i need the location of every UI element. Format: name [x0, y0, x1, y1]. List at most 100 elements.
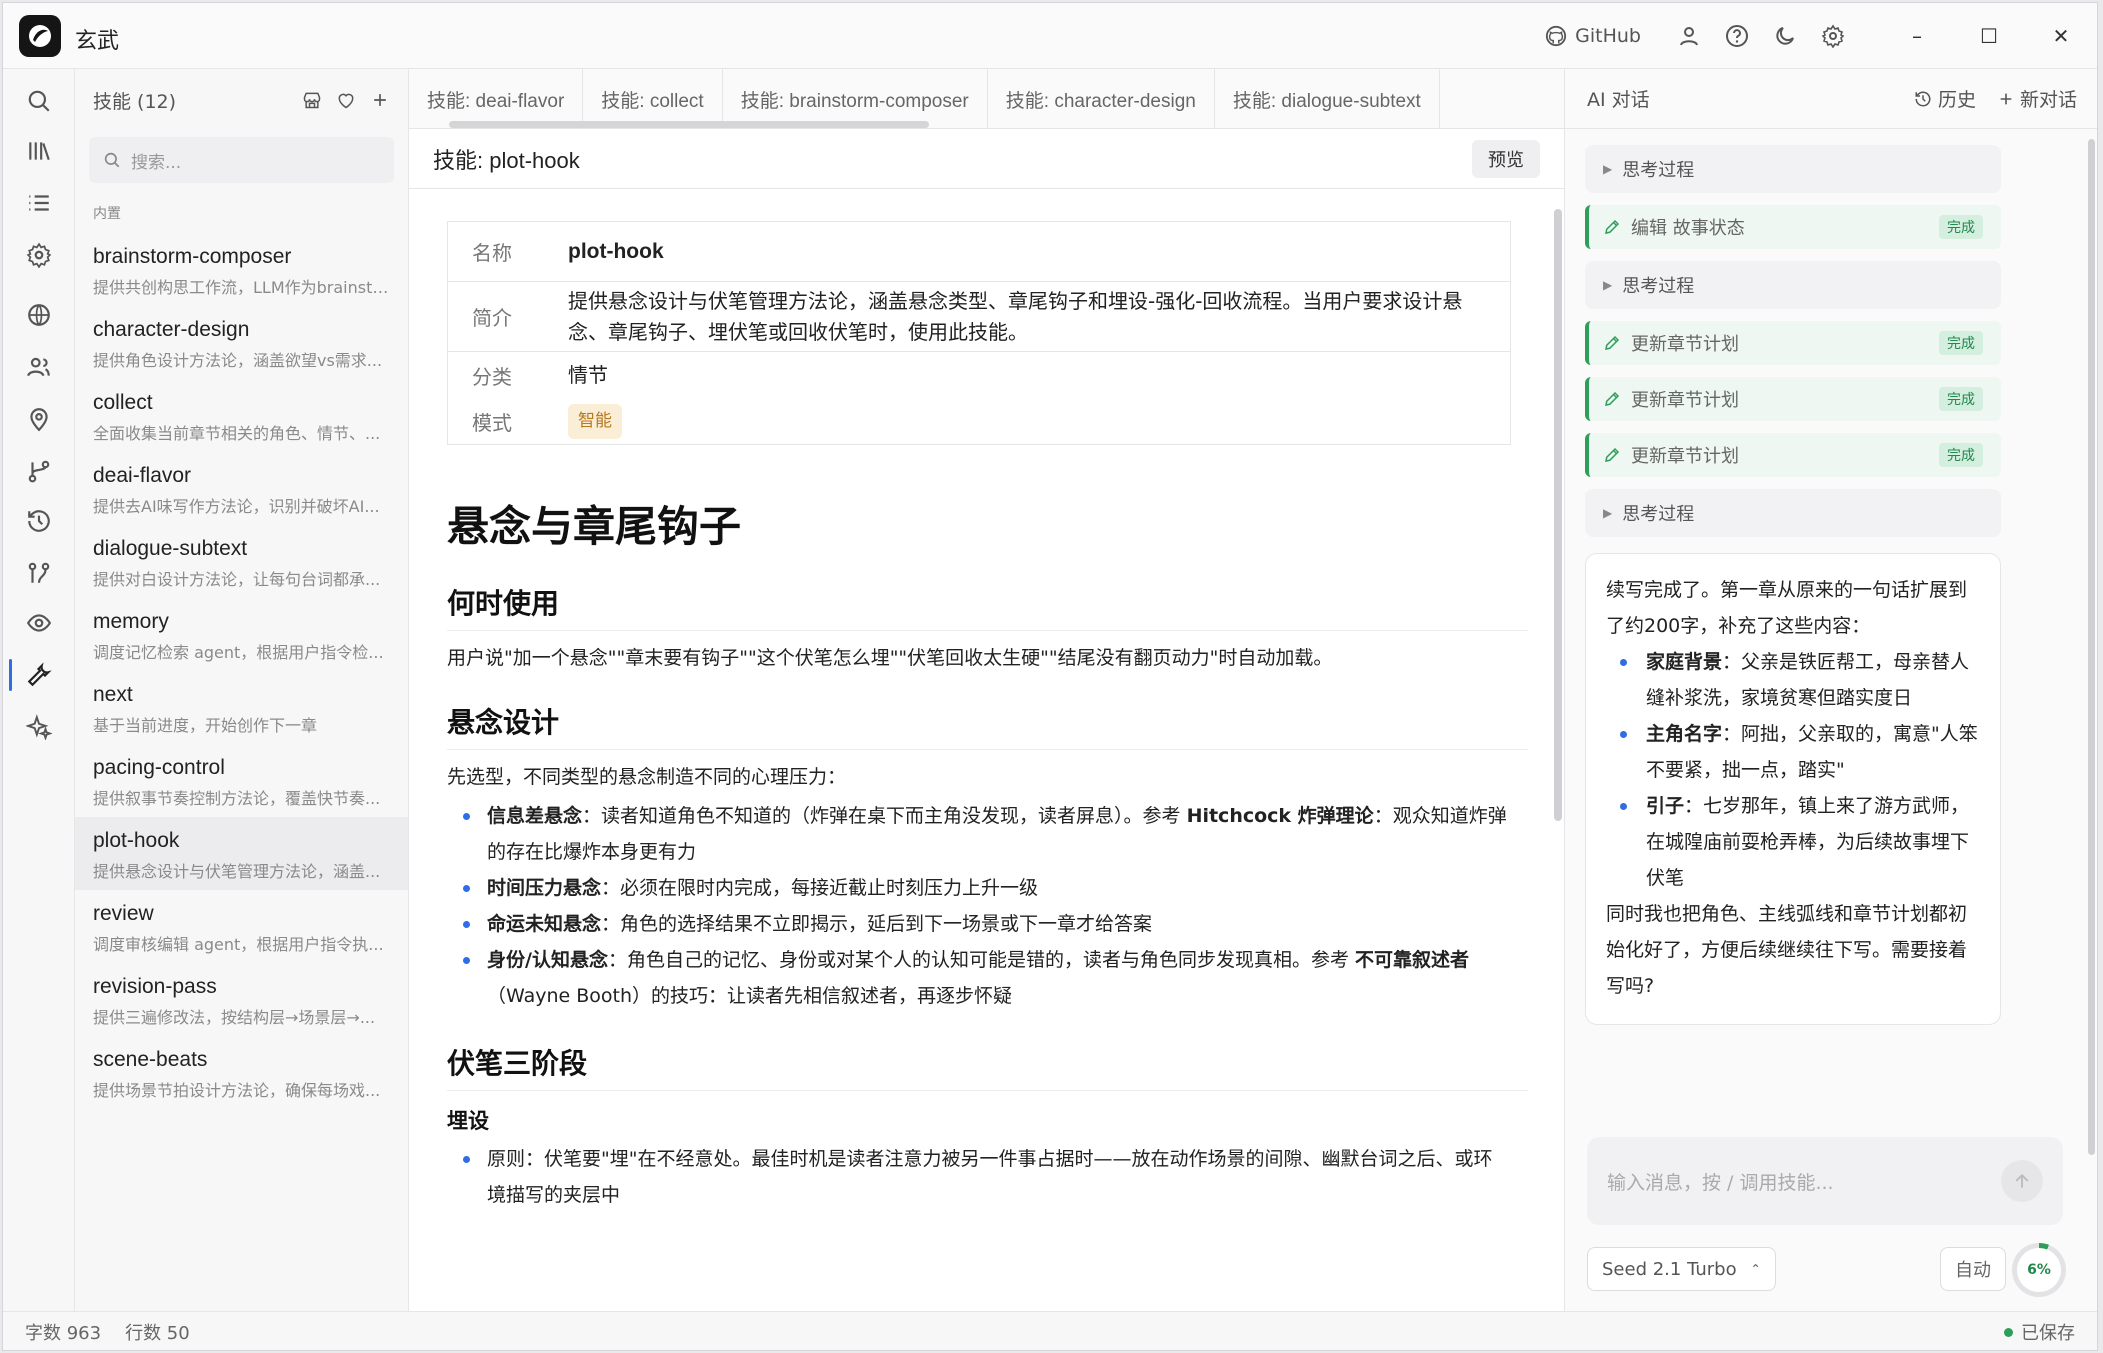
thinking-block[interactable]: ▶ 思考过程: [1585, 261, 2001, 309]
skill-name: next: [93, 683, 133, 706]
rail-branch-icon[interactable]: [3, 443, 75, 499]
meta-mode-key: 模式: [472, 410, 512, 435]
rail-view-icon[interactable]: [3, 595, 75, 651]
github-label: GitHub: [1575, 25, 1641, 47]
skill-item-dialogue-subtext[interactable]: dialogue-subtext 提供对白设计方法论，让每句台词都承...: [75, 525, 408, 598]
maximize-button[interactable]: ☐: [1953, 3, 2025, 69]
rail-world-icon[interactable]: [3, 287, 75, 343]
rail-library-icon[interactable]: [3, 123, 75, 179]
skill-description: 调度记忆检索 agent，根据用户指令检...: [93, 643, 384, 662]
skill-item-memory[interactable]: memory 调度记忆检索 agent，根据用户指令检...: [75, 598, 408, 671]
editor-tabs: 技能: deai-flavor 技能: collect 技能: brainstorm…: [409, 69, 1564, 129]
skill-item-brainstorm-composer[interactable]: brainstorm-composer 提供共创构思工作流，LLM作为brains…: [75, 233, 408, 306]
skill-item-collect[interactable]: collect 全面收集当前章节相关的角色、情节、...: [75, 379, 408, 452]
list-item: 家庭背景：父亲是铁匠帮工，母亲替人缝补浆洗，家境贫寒但踏实度日: [1620, 644, 1980, 716]
send-button[interactable]: [2001, 1160, 2043, 1202]
ai-chat-panel: AI 对话 历史 新对话 ▶ 思考过程 编辑 故事状态 完成 ▶ 思考过程 更新章节计…: [1564, 69, 2097, 1311]
thinking-block[interactable]: ▶ 思考过程: [1585, 145, 2001, 193]
rail-characters-icon[interactable]: [3, 339, 75, 395]
chevron-up-icon: ⌃: [1750, 1262, 1761, 1276]
app-title: 玄武: [75, 29, 120, 54]
auto-mode-button[interactable]: 自动: [1940, 1247, 2006, 1291]
favorite-icon[interactable]: [336, 90, 356, 110]
skill-description: 提供角色设计方法论，涵盖欲望vs需求...: [93, 351, 383, 370]
settings-icon[interactable]: [1809, 12, 1857, 60]
rail-location-icon[interactable]: [3, 391, 75, 447]
rail-history-icon[interactable]: [3, 493, 75, 549]
store-icon[interactable]: [302, 90, 322, 110]
message-input[interactable]: 输入消息，按 / 调用技能...: [1587, 1137, 2063, 1225]
skill-name: plot-hook: [93, 829, 180, 852]
editor-tab[interactable]: 技能: character-design: [988, 69, 1215, 128]
save-status: 已保存: [2004, 1319, 2075, 1345]
assistant-message: 续写完成了。第一章从原来的一句话扩展到了约200字，补充了这些内容： 家庭背景：…: [1585, 553, 2001, 1025]
new-chat-button[interactable]: 新对话: [1998, 85, 2077, 112]
skill-item-character-design[interactable]: character-design 提供角色设计方法论，涵盖欲望vs需求...: [75, 306, 408, 379]
help-icon[interactable]: [1713, 12, 1761, 60]
skill-search-input[interactable]: 搜索...: [89, 137, 394, 183]
rail-ai-sparkle-icon[interactable]: [3, 699, 75, 755]
tool-call-update-chapter-plan[interactable]: 更新章节计划 完成: [1585, 433, 2001, 477]
context-usage-ring: 6%: [2012, 1243, 2066, 1297]
skill-item-pacing-control[interactable]: pacing-control 提供叙事节奏控制方法论，覆盖快节奏...: [75, 744, 408, 817]
model-selector[interactable]: Seed 2.1 Turbo ⌃: [1587, 1247, 1776, 1291]
close-button[interactable]: ✕: [2025, 3, 2097, 69]
caret-right-icon: ▶: [1603, 162, 1613, 176]
plus-icon: [2000, 93, 2012, 104]
list-item: 身份/认知悬念：角色自己的记忆、身份或对某个人的认知可能是错的，读者与角色同步发…: [463, 942, 1511, 1014]
skill-description: 提供共创构思工作流，LLM作为brainstorm伙伴: [93, 278, 393, 297]
skill-item-review[interactable]: review 调度审核编辑 agent，根据用户指令执...: [75, 890, 408, 963]
rail-skills-icon[interactable]: [3, 647, 75, 703]
tabs-scrollbar[interactable]: [449, 121, 929, 128]
skill-name: revision-pass: [93, 975, 217, 998]
list-item: 主角名字：阿拙，父亲取的，寓意"人笨不要紧，拙一点，踏实": [1620, 716, 1980, 788]
editor-scrollbar[interactable]: [1554, 209, 1562, 821]
skill-description: 全面收集当前章节相关的角色、情节、...: [93, 424, 381, 443]
plant-list: 原则：伏笔要"埋"在不经意处。最佳时机是读者注意力被另一件事占据时——放在动作场…: [447, 1141, 1511, 1213]
tool-call-update-chapter-plan[interactable]: 更新章节计划 完成: [1585, 321, 2001, 365]
skill-item-next[interactable]: next 基于当前进度，开始创作下一章: [75, 671, 408, 744]
list-item: 信息差悬念：读者知道角色不知道的（炸弹在桌下而主角没发现，读者屏息）。参考 Hi…: [463, 798, 1511, 870]
doc-heading-plant: 埋设: [447, 1109, 489, 1133]
editor-tab[interactable]: 技能: deai-flavor: [409, 69, 584, 128]
history-button[interactable]: 历史: [1914, 85, 1976, 112]
char-count: 字数 963: [25, 1323, 102, 1344]
skill-name: character-design: [93, 318, 250, 341]
pencil-icon: [1605, 447, 1620, 462]
rail-search-icon[interactable]: [3, 73, 75, 129]
skills-title: 技能 (12): [93, 90, 177, 113]
editor-tab[interactable]: 技能: brainstorm-composer: [723, 69, 988, 128]
line-count: 行数 50: [125, 1323, 190, 1344]
rail-settings-icon[interactable]: [3, 227, 75, 283]
tool-call-edit-story-state[interactable]: 编辑 故事状态 完成: [1585, 205, 2001, 249]
skill-item-deai-flavor[interactable]: deai-flavor 提供去AI味写作方法论，识别并破坏AI...: [75, 452, 408, 525]
icon-rail: [3, 69, 75, 1311]
section-label-builtin: 内置: [93, 206, 121, 222]
context-usage-percent: 6%: [2017, 1248, 2061, 1292]
tool-call-update-chapter-plan[interactable]: 更新章节计划 完成: [1585, 377, 2001, 421]
pencil-icon: [1605, 391, 1620, 406]
document-body: 名称 plot-hook 简介 提供悬念设计与伏笔管理方法论，涵盖悬念类型、章尾…: [409, 189, 1564, 1213]
message-placeholder: 输入消息，按 / 调用技能...: [1607, 1171, 1834, 1194]
skill-item-plot-hook[interactable]: plot-hook 提供悬念设计与伏笔管理方法论，涵盖...: [75, 817, 408, 890]
doc-paragraph-when: 用户说"加一个悬念""章末要有钩子""这个伏笔怎么埋""伏笔回收太生硬""结尾没…: [447, 647, 1333, 669]
minimize-button[interactable]: –: [1881, 3, 1953, 69]
rail-outline-icon[interactable]: [3, 175, 75, 231]
search-icon: [104, 152, 120, 168]
thinking-block[interactable]: ▶ 思考过程: [1585, 489, 2001, 537]
meta-intro-key: 简介: [472, 306, 512, 330]
skill-item-scene-beats[interactable]: scene-beats 提供场景节拍设计方法论，确保每场戏...: [75, 1036, 408, 1109]
dark-mode-icon[interactable]: [1761, 12, 1809, 60]
skill-item-revision-pass[interactable]: revision-pass 提供三遍修改法，按结构层→场景层→...: [75, 963, 408, 1036]
add-skill-icon[interactable]: [370, 90, 390, 110]
user-icon[interactable]: [1665, 12, 1713, 60]
editor-tab[interactable]: 技能: collect: [583, 69, 723, 128]
preview-button[interactable]: 预览: [1472, 139, 1540, 178]
skills-panel: 技能 (12) 搜索... 内置 brainstorm-composer 提供共创…: [75, 69, 409, 1311]
editor-tab[interactable]: 技能: dialogue-subtext: [1215, 69, 1440, 128]
meta-name-key: 名称: [472, 241, 512, 265]
github-link[interactable]: GitHub: [1545, 25, 1641, 47]
rail-relations-icon[interactable]: [3, 545, 75, 601]
chat-scrollbar[interactable]: [2088, 139, 2095, 1155]
search-placeholder: 搜索...: [131, 152, 182, 173]
